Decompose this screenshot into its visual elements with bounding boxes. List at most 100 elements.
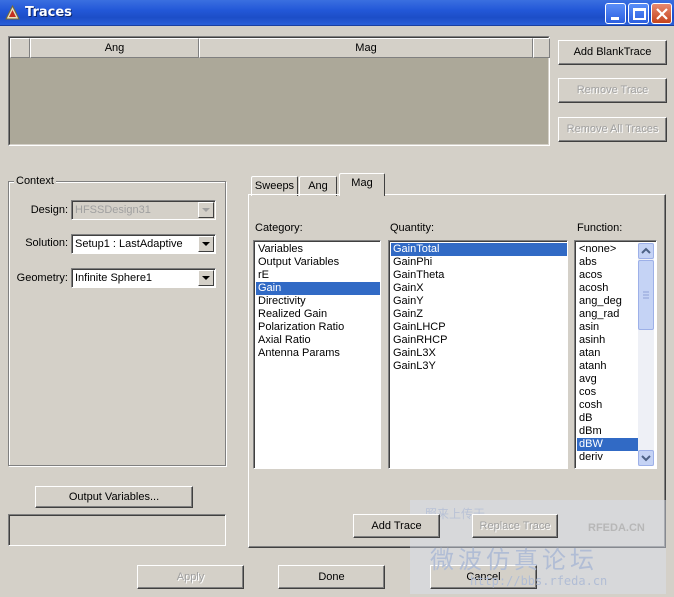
minimize-button[interactable] xyxy=(605,3,626,24)
quantity-item[interactable]: GainTheta xyxy=(391,269,567,282)
output-variables-button[interactable]: Output Variables... xyxy=(35,486,193,508)
close-icon xyxy=(656,8,668,20)
trace-table[interactable]: Ang Mag xyxy=(8,36,550,146)
chevron-down-icon xyxy=(198,236,214,252)
tab-sweeps[interactable]: Sweeps xyxy=(251,176,298,196)
chevron-up-icon xyxy=(641,247,651,254)
function-item[interactable]: dB xyxy=(577,412,638,425)
remove-trace-button[interactable]: Remove Trace xyxy=(558,78,667,103)
function-item[interactable]: asin xyxy=(577,321,638,334)
add-trace-button[interactable]: Add Trace xyxy=(353,514,440,538)
category-items: Variables Output Variables rE Gain Directivi… xyxy=(256,243,380,360)
category-item[interactable]: Axial Ratio xyxy=(256,334,380,347)
function-item[interactable]: atan xyxy=(577,347,638,360)
quantity-label: Quantity: xyxy=(390,222,435,234)
watermark-forum-text: 微波仿真论坛 xyxy=(430,546,598,574)
function-item[interactable]: ang_deg xyxy=(577,295,638,308)
category-item[interactable]: rE xyxy=(256,269,380,282)
solution-value: Setup1 : LastAdaptive xyxy=(75,238,183,250)
quantity-item[interactable]: GainRHCP xyxy=(391,334,567,347)
geometry-dropdown[interactable]: Infinite Sphere1 xyxy=(71,268,216,288)
maximize-icon xyxy=(633,8,646,20)
chevron-down-icon xyxy=(641,455,651,462)
function-item[interactable]: deriv xyxy=(577,451,638,464)
remove-all-traces-button[interactable]: Remove All Traces xyxy=(558,117,667,142)
category-item[interactable]: Realized Gain xyxy=(256,308,380,321)
watermark-url: http://bbs.rfeda.cn xyxy=(470,574,608,588)
function-item[interactable]: cos xyxy=(577,386,638,399)
function-item[interactable]: abs xyxy=(577,256,638,269)
design-label: Design: xyxy=(30,204,68,216)
window-title: Traces xyxy=(25,5,72,20)
replace-trace-button[interactable]: Replace Trace xyxy=(472,514,558,538)
quantity-list[interactable]: GainTotal GainPhi GainTheta GainX GainY GainZ… xyxy=(388,240,568,469)
category-item[interactable]: Directivity xyxy=(256,295,380,308)
category-item[interactable]: Polarization Ratio xyxy=(256,321,380,334)
apply-button[interactable]: Apply xyxy=(137,565,244,589)
app-icon xyxy=(5,5,20,20)
scroll-thumb[interactable] xyxy=(638,260,654,330)
solution-label: Solution: xyxy=(25,237,68,249)
function-label: Function: xyxy=(577,222,623,234)
chevron-down-icon xyxy=(198,202,214,218)
done-label: Done xyxy=(318,571,345,583)
function-item[interactable]: <none> xyxy=(577,243,638,256)
category-item[interactable]: Gain xyxy=(256,282,380,295)
function-item[interactable]: acos xyxy=(577,269,638,282)
quantity-item[interactable]: GainL3Y xyxy=(391,360,567,373)
column-header-ang[interactable]: Ang xyxy=(30,38,199,58)
category-item[interactable]: Antenna Params xyxy=(256,347,380,360)
tab-mag-label: Mag xyxy=(351,177,373,189)
geometry-value: Infinite Sphere1 xyxy=(75,272,153,284)
tab-ang-label: Ang xyxy=(308,180,328,192)
function-item[interactable]: asinh xyxy=(577,334,638,347)
close-button[interactable] xyxy=(651,3,672,24)
quantity-item[interactable]: GainZ xyxy=(391,308,567,321)
function-item[interactable]: dBm xyxy=(577,425,638,438)
output-variables-label: Output Variables... xyxy=(68,491,160,503)
column-header-mag[interactable]: Mag xyxy=(199,38,533,58)
apply-label: Apply xyxy=(176,571,205,583)
scroll-down-button[interactable] xyxy=(638,450,654,466)
function-item[interactable]: cosh xyxy=(577,399,638,412)
remove-trace-label: Remove Trace xyxy=(576,84,649,96)
category-label: Category: xyxy=(255,222,303,234)
function-item[interactable]: dBW xyxy=(577,438,638,451)
quantity-item[interactable]: GainY xyxy=(391,295,567,308)
context-group xyxy=(8,181,226,466)
quantity-item[interactable]: GainTotal xyxy=(391,243,567,256)
watermark-logo: RFEDA.CN xyxy=(588,522,645,534)
grip-icon xyxy=(643,291,649,299)
geometry-label: Geometry: xyxy=(16,272,68,284)
function-items: <none> abs acos acosh ang_deg ang_rad asin asin… xyxy=(577,243,638,464)
function-item[interactable]: atanh xyxy=(577,360,638,373)
design-dropdown[interactable]: HFSSDesign31 xyxy=(71,200,216,220)
tab-mag[interactable]: Mag xyxy=(339,173,385,196)
solution-dropdown[interactable]: Setup1 : LastAdaptive xyxy=(71,234,216,254)
design-value: HFSSDesign31 xyxy=(75,204,151,216)
function-scrollbar[interactable] xyxy=(638,243,654,466)
scroll-up-button[interactable] xyxy=(638,243,654,259)
tab-ang[interactable]: Ang xyxy=(299,176,337,196)
done-button[interactable]: Done xyxy=(278,565,385,589)
quantity-item[interactable]: GainLHCP xyxy=(391,321,567,334)
context-legend: Context xyxy=(14,175,56,187)
replace-trace-label: Replace Trace xyxy=(479,520,551,532)
quantity-item[interactable]: GainPhi xyxy=(391,256,567,269)
column-header-filler xyxy=(533,38,550,58)
status-box xyxy=(8,514,226,546)
quantity-item[interactable]: GainL3X xyxy=(391,347,567,360)
maximize-button[interactable] xyxy=(628,3,649,24)
category-item[interactable]: Output Variables xyxy=(256,256,380,269)
function-item[interactable]: acosh xyxy=(577,282,638,295)
column-header-index[interactable] xyxy=(10,38,30,58)
title-bar[interactable]: Traces xyxy=(0,0,674,26)
function-item[interactable]: ang_rad xyxy=(577,308,638,321)
add-trace-label: Add Trace xyxy=(371,520,422,532)
category-item[interactable]: Variables xyxy=(256,243,380,256)
function-item[interactable]: avg xyxy=(577,373,638,386)
quantity-item[interactable]: GainX xyxy=(391,282,567,295)
add-blank-trace-button[interactable]: Add BlankTrace xyxy=(558,40,667,65)
function-list[interactable]: <none> abs acos acosh ang_deg ang_rad asin asin… xyxy=(574,240,657,469)
category-list[interactable]: Variables Output Variables rE Gain Directivi… xyxy=(253,240,381,469)
